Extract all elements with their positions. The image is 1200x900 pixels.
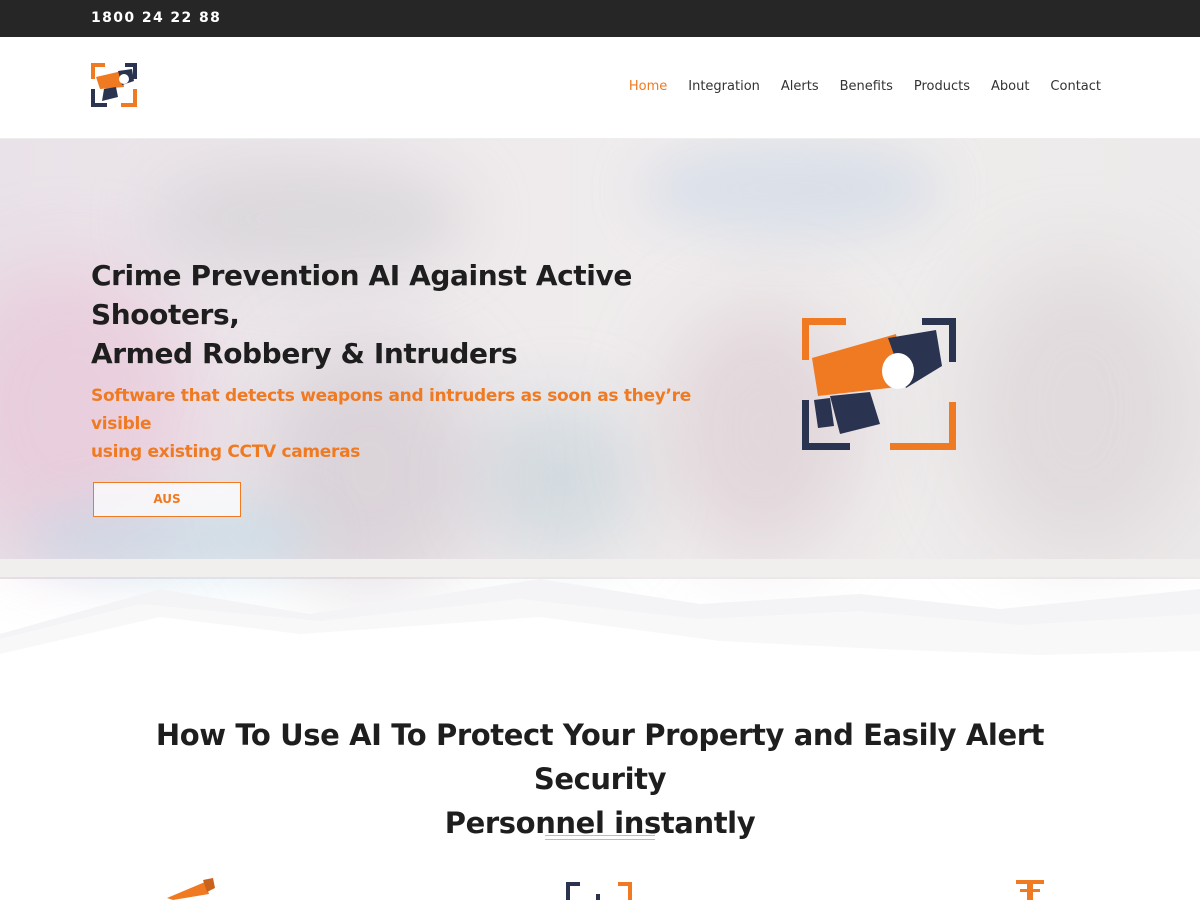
nav-integration[interactable]: Integration <box>688 79 760 94</box>
phone-number[interactable]: 1800 24 22 88 <box>91 10 221 26</box>
hero-title: Crime Prevention AI Against Active Shoot… <box>91 256 741 373</box>
hero-subtitle: Software that detects weapons and intrud… <box>91 382 751 466</box>
nav-benefits[interactable]: Benefits <box>840 79 893 94</box>
hero-mountain-divider <box>0 559 1200 659</box>
site-logo[interactable] <box>88 61 140 109</box>
hero-title-line-1: Crime Prevention AI Against Active Shoot… <box>91 259 632 331</box>
alert-feature-icon <box>1016 880 1044 900</box>
frame-feature-icon <box>566 882 632 900</box>
site-header: Home Integration Alerts Benefits Product… <box>0 37 1200 139</box>
hero-title-line-2: Armed Robbery & Intruders <box>91 337 518 370</box>
hero-subtitle-line-1: Software that detects weapons and intrud… <box>91 386 691 434</box>
nav-home[interactable]: Home <box>629 79 667 94</box>
aus-button[interactable]: AUS <box>93 482 241 517</box>
hero-section: Crime Prevention AI Against Active Shoot… <box>0 139 1200 659</box>
main-nav: Home Integration Alerts Benefits Product… <box>629 79 1101 94</box>
section-divider <box>545 835 655 840</box>
nav-about[interactable]: About <box>991 79 1029 94</box>
section-title: How To Use AI To Protect Your Property a… <box>100 713 1100 845</box>
nav-products[interactable]: Products <box>914 79 970 94</box>
nav-alerts[interactable]: Alerts <box>781 79 819 94</box>
camera-hero-icon <box>802 318 956 450</box>
top-bar: 1800 24 22 88 <box>0 0 1200 37</box>
camera-feature-icon <box>167 878 215 900</box>
section-title-line-1: How To Use AI To Protect Your Property a… <box>155 718 1045 796</box>
camera-logo-icon <box>91 63 137 107</box>
nav-contact[interactable]: Contact <box>1050 79 1101 94</box>
hero-subtitle-line-2: using existing CCTV cameras <box>91 442 361 462</box>
